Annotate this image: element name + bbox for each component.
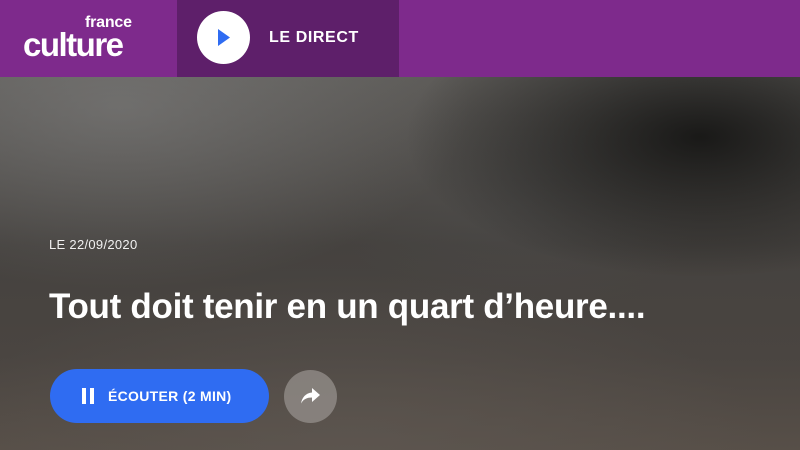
share-button[interactable]	[284, 370, 337, 423]
share-icon	[301, 388, 320, 404]
listen-button[interactable]: ÉCOUTER (2 MIN)	[50, 369, 269, 423]
episode-title: Tout doit tenir en un quart d’heure....	[49, 287, 646, 326]
pause-icon	[82, 388, 94, 404]
france-culture-logo[interactable]: france culture	[23, 14, 148, 64]
listen-label: ÉCOUTER (2 MIN)	[108, 388, 232, 404]
live-label: LE DIRECT	[269, 29, 359, 46]
live-direct-button[interactable]: LE DIRECT	[177, 0, 399, 77]
play-icon[interactable]	[197, 11, 250, 64]
site-header: france culture LE DIRECT	[0, 0, 800, 77]
episode-date: LE 22/09/2020	[49, 237, 138, 252]
logo-line-culture: culture	[23, 26, 124, 63]
